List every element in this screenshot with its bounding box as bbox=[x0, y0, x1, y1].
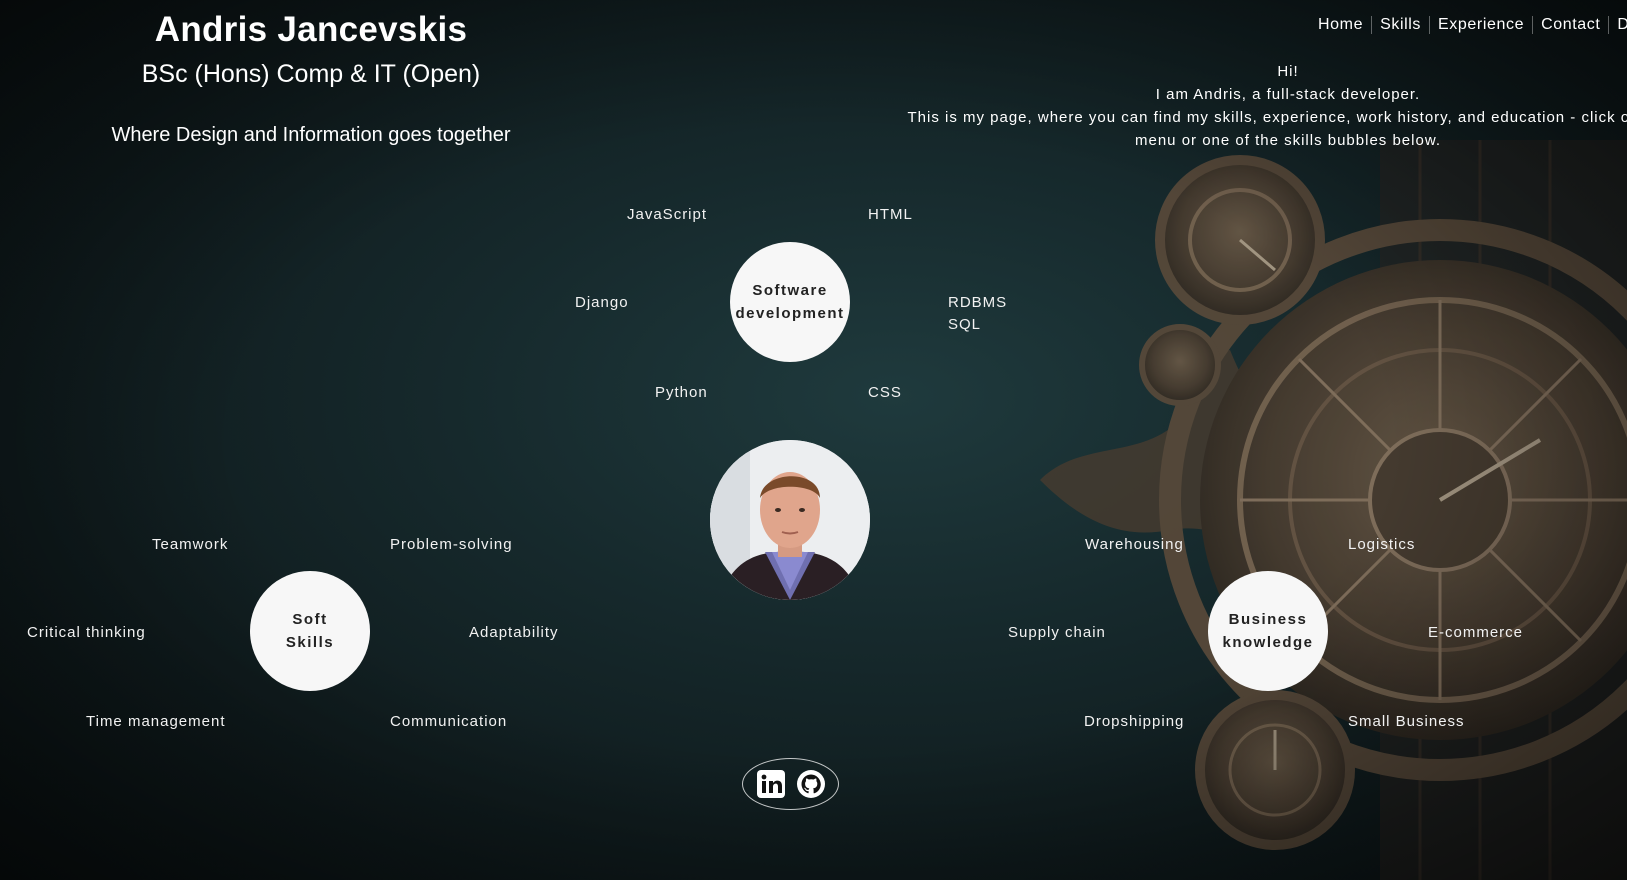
skill-django[interactable]: Django bbox=[575, 294, 629, 311]
github-icon bbox=[796, 770, 825, 798]
nav-experience[interactable]: Experience bbox=[1429, 16, 1532, 34]
skill-sql[interactable]: SQL bbox=[948, 316, 981, 333]
intro-greeting: Hi! bbox=[1277, 63, 1299, 80]
skill-rdbms[interactable]: RDBMS bbox=[948, 294, 1007, 311]
skill-python[interactable]: Python bbox=[655, 384, 708, 401]
tagline: Where Design and Information goes togeth… bbox=[111, 124, 511, 146]
skill-problem-solving[interactable]: Problem-solving bbox=[390, 536, 513, 553]
soft-skills-bubble[interactable]: Soft Skills bbox=[250, 571, 370, 691]
social-links bbox=[742, 758, 839, 810]
nav-skills[interactable]: Skills bbox=[1371, 16, 1429, 34]
intro-role: I am Andris, a full-stack developer. bbox=[1155, 86, 1421, 103]
top-navigation: Home Skills Experience Contact D bbox=[1310, 16, 1627, 34]
skill-critical-thinking[interactable]: Critical thinking bbox=[27, 624, 146, 641]
profile-avatar bbox=[710, 440, 870, 600]
degree-subtitle: BSc (Hons) Comp & IT (Open) bbox=[141, 60, 481, 88]
software-development-bubble[interactable]: Software development bbox=[730, 242, 850, 362]
business-knowledge-bubble[interactable]: Business knowledge bbox=[1208, 571, 1328, 691]
skill-supply-chain[interactable]: Supply chain bbox=[1008, 624, 1106, 641]
linkedin-link[interactable] bbox=[756, 769, 786, 799]
skill-adaptability[interactable]: Adaptability bbox=[469, 624, 559, 641]
nav-home[interactable]: Home bbox=[1310, 16, 1371, 34]
github-link[interactable] bbox=[796, 769, 826, 799]
clockwork-background-art bbox=[1040, 140, 1627, 880]
skill-e-commerce[interactable]: E-commerce bbox=[1428, 624, 1523, 641]
page-title-name: Andris Jancevskis bbox=[154, 10, 468, 49]
business-knowledge-bubble-label: Business knowledge bbox=[1222, 611, 1314, 651]
intro-text: Hi! I am Andris, a full-stack developer.… bbox=[778, 60, 1627, 152]
skill-time-management[interactable]: Time management bbox=[86, 713, 226, 730]
skill-logistics[interactable]: Logistics bbox=[1348, 536, 1415, 553]
intro-description: This is my page, where you can find my s… bbox=[907, 109, 1627, 149]
skill-warehousing[interactable]: Warehousing bbox=[1085, 536, 1184, 553]
skill-javascript[interactable]: JavaScript bbox=[627, 206, 707, 223]
linkedin-icon bbox=[756, 770, 785, 798]
portrait-image bbox=[710, 440, 870, 600]
skill-css[interactable]: CSS bbox=[868, 384, 902, 401]
nav-contact[interactable]: Contact bbox=[1532, 16, 1608, 34]
skill-small-business[interactable]: Small Business bbox=[1348, 713, 1465, 730]
software-development-bubble-label: Software development bbox=[735, 282, 845, 322]
soft-skills-bubble-label: Soft Skills bbox=[285, 611, 335, 651]
nav-item-truncated[interactable]: D bbox=[1608, 16, 1627, 34]
skill-teamwork[interactable]: Teamwork bbox=[152, 536, 228, 553]
skill-communication[interactable]: Communication bbox=[390, 713, 507, 730]
skill-dropshipping[interactable]: Dropshipping bbox=[1084, 713, 1184, 730]
skill-html[interactable]: HTML bbox=[868, 206, 913, 223]
